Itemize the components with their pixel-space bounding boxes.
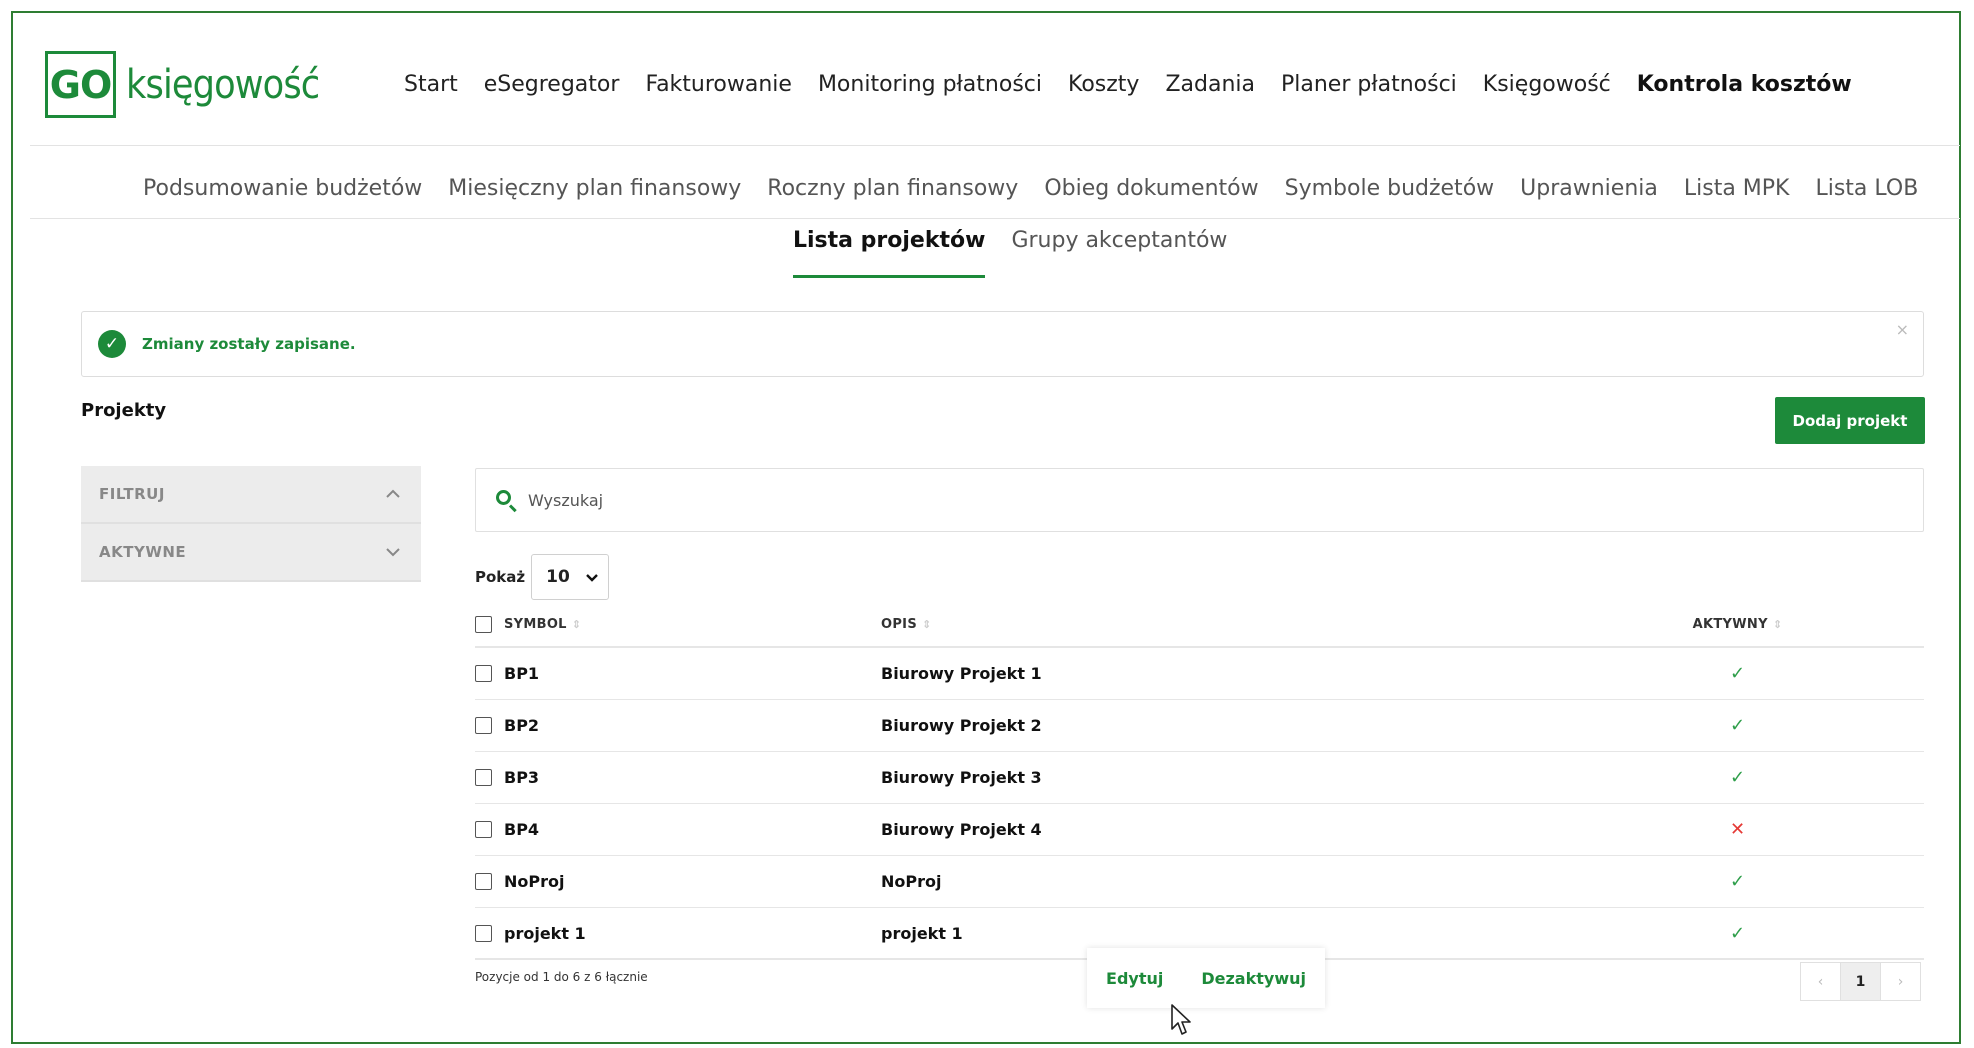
- table-row[interactable]: BP2 Biurowy Projekt 2 ✓: [475, 700, 1924, 752]
- pagination: ‹ 1 ›: [1800, 962, 1921, 1001]
- cell-desc: Biurowy Projekt 3: [881, 768, 1042, 787]
- cell-symbol: BP2: [504, 716, 540, 735]
- nav-item-esegregator[interactable]: eSegregator: [484, 72, 620, 97]
- edit-button[interactable]: Edytuj: [1106, 969, 1163, 988]
- column-header-symbol[interactable]: SYMBOL: [504, 617, 567, 632]
- column-header-aktywny[interactable]: AKTYWNY: [1693, 617, 1768, 632]
- filter-toggle[interactable]: FILTRUJ: [81, 466, 421, 524]
- table-row[interactable]: BP4 Biurowy Projekt 4 ✕: [475, 804, 1924, 856]
- search-input[interactable]: [528, 490, 1878, 510]
- subnav-item-lista-mpk[interactable]: Lista MPK: [1684, 176, 1790, 201]
- cell-desc: Biurowy Projekt 1: [881, 664, 1042, 683]
- filter-panel: FILTRUJ AKTYWNE: [81, 466, 421, 582]
- page-size-label: Pokaż: [475, 568, 526, 586]
- check-icon: ✓: [1729, 663, 1746, 684]
- sub-nav: Podsumowanie budżetów Miesięczny plan fi…: [143, 172, 1944, 204]
- tabs: Lista projektów Grupy akceptantów: [793, 228, 1253, 278]
- mouse-cursor-icon: [1171, 1004, 1191, 1035]
- divider: [30, 145, 1960, 146]
- subnav-item-miesieczny-plan[interactable]: Miesięczny plan finansowy: [448, 176, 741, 201]
- cell-desc: Biurowy Projekt 4: [881, 820, 1042, 839]
- cell-symbol: NoProj: [504, 872, 565, 891]
- add-project-button[interactable]: Dodaj projekt: [1775, 397, 1925, 444]
- page-button[interactable]: 1: [1840, 962, 1881, 1001]
- nav-item-monitoring[interactable]: Monitoring płatności: [818, 72, 1042, 97]
- sort-icon[interactable]: ⇕: [572, 618, 582, 631]
- subnav-item-symbole[interactable]: Symbole budżetów: [1285, 176, 1495, 201]
- row-checkbox[interactable]: [475, 924, 492, 942]
- table-row[interactable]: BP1 Biurowy Projekt 1 ✓: [475, 648, 1924, 700]
- nav-item-zadania[interactable]: Zadania: [1165, 72, 1255, 97]
- nav-item-kontrola-kosztow[interactable]: Kontrola kosztów: [1637, 72, 1852, 97]
- close-icon[interactable]: ×: [1896, 320, 1909, 339]
- select-all-checkbox[interactable]: [475, 615, 492, 633]
- row-checkbox[interactable]: [475, 821, 492, 838]
- page-size-control: Pokaż 10: [475, 554, 610, 600]
- tab-lista-projektow[interactable]: Lista projektów: [793, 228, 986, 278]
- cell-symbol: BP3: [504, 768, 540, 787]
- chevron-left-icon[interactable]: ‹: [1800, 962, 1841, 1001]
- table-info: Pozycje od 1 do 6 z 6 łącznie: [475, 970, 648, 984]
- cross-icon: ✕: [1729, 819, 1746, 840]
- cell-symbol: BP4: [504, 820, 540, 839]
- subnav-item-uprawnienia[interactable]: Uprawnienia: [1520, 176, 1658, 201]
- nav-item-fakturowanie[interactable]: Fakturowanie: [645, 72, 792, 97]
- nav-item-ksiegowosc[interactable]: Księgowość: [1483, 72, 1611, 97]
- divider: [30, 218, 1960, 219]
- chevron-down-icon: [385, 543, 401, 561]
- cell-desc: projekt 1: [881, 923, 963, 943]
- filter-aktywne[interactable]: AKTYWNE: [81, 524, 421, 582]
- app-logo[interactable]: GO księgowość: [45, 51, 346, 118]
- logo-box: GO: [45, 51, 116, 118]
- page-size-select[interactable]: 10: [531, 554, 610, 600]
- table-header: SYMBOL ⇕ OPIS ⇕ AKTYWNY ⇕: [475, 602, 1924, 648]
- check-icon: ✓: [1729, 922, 1746, 944]
- page-title: Projekty: [81, 400, 167, 421]
- nav-item-koszty[interactable]: Koszty: [1068, 72, 1139, 97]
- projects-table: SYMBOL ⇕ OPIS ⇕ AKTYWNY ⇕ BP1 Biurowy Pr…: [475, 602, 1924, 960]
- alert-message: Zmiany zostały zapisane.: [142, 335, 356, 353]
- sort-icon[interactable]: ⇕: [922, 618, 932, 631]
- check-circle-icon: ✓: [98, 330, 126, 358]
- row-action-popup: Edytuj Dezaktywuj: [1087, 948, 1325, 1008]
- row-checkbox[interactable]: [475, 873, 492, 890]
- subnav-item-podsumowanie[interactable]: Podsumowanie budżetów: [143, 176, 422, 201]
- table-row[interactable]: BP3 Biurowy Projekt 3 ✓: [475, 752, 1924, 804]
- chevron-up-icon: [385, 485, 401, 503]
- success-alert: ✓ Zmiany zostały zapisane. ×: [81, 311, 1924, 377]
- cell-desc: Biurowy Projekt 2: [881, 716, 1042, 735]
- row-checkbox[interactable]: [475, 717, 492, 734]
- nav-item-planer[interactable]: Planer płatności: [1281, 72, 1457, 97]
- filter-aktywne-label: AKTYWNE: [99, 543, 187, 561]
- nav-item-start[interactable]: Start: [404, 72, 458, 97]
- logo-text: księgowość: [126, 61, 320, 108]
- cell-symbol: projekt 1: [504, 923, 586, 943]
- subnav-item-roczny-plan[interactable]: Roczny plan finansowy: [767, 176, 1018, 201]
- chevron-down-icon: [586, 567, 598, 587]
- subnav-item-obieg[interactable]: Obieg dokumentów: [1044, 176, 1258, 201]
- page-size-value: 10: [546, 567, 570, 587]
- row-checkbox[interactable]: [475, 769, 492, 786]
- table-row[interactable]: NoProj NoProj ✓: [475, 856, 1924, 908]
- filter-label: FILTRUJ: [99, 485, 165, 503]
- column-header-opis[interactable]: OPIS: [881, 617, 917, 632]
- main-nav: Start eSegregator Fakturowanie Monitorin…: [404, 66, 1878, 102]
- chevron-right-icon[interactable]: ›: [1880, 962, 1921, 1001]
- check-icon: ✓: [1729, 871, 1746, 892]
- cell-symbol: BP1: [504, 664, 540, 683]
- tab-grupy-akceptantow[interactable]: Grupy akceptantów: [1011, 228, 1227, 278]
- row-checkbox[interactable]: [475, 665, 492, 682]
- subnav-item-lista-lob[interactable]: Lista LOB: [1815, 176, 1918, 201]
- cell-desc: NoProj: [881, 872, 942, 891]
- deactivate-button[interactable]: Dezaktywuj: [1201, 969, 1306, 988]
- check-icon: ✓: [1729, 767, 1746, 788]
- search-icon: [494, 488, 518, 513]
- search-box: [475, 468, 1924, 532]
- check-icon: ✓: [1729, 715, 1746, 736]
- sort-icon[interactable]: ⇕: [1773, 618, 1783, 631]
